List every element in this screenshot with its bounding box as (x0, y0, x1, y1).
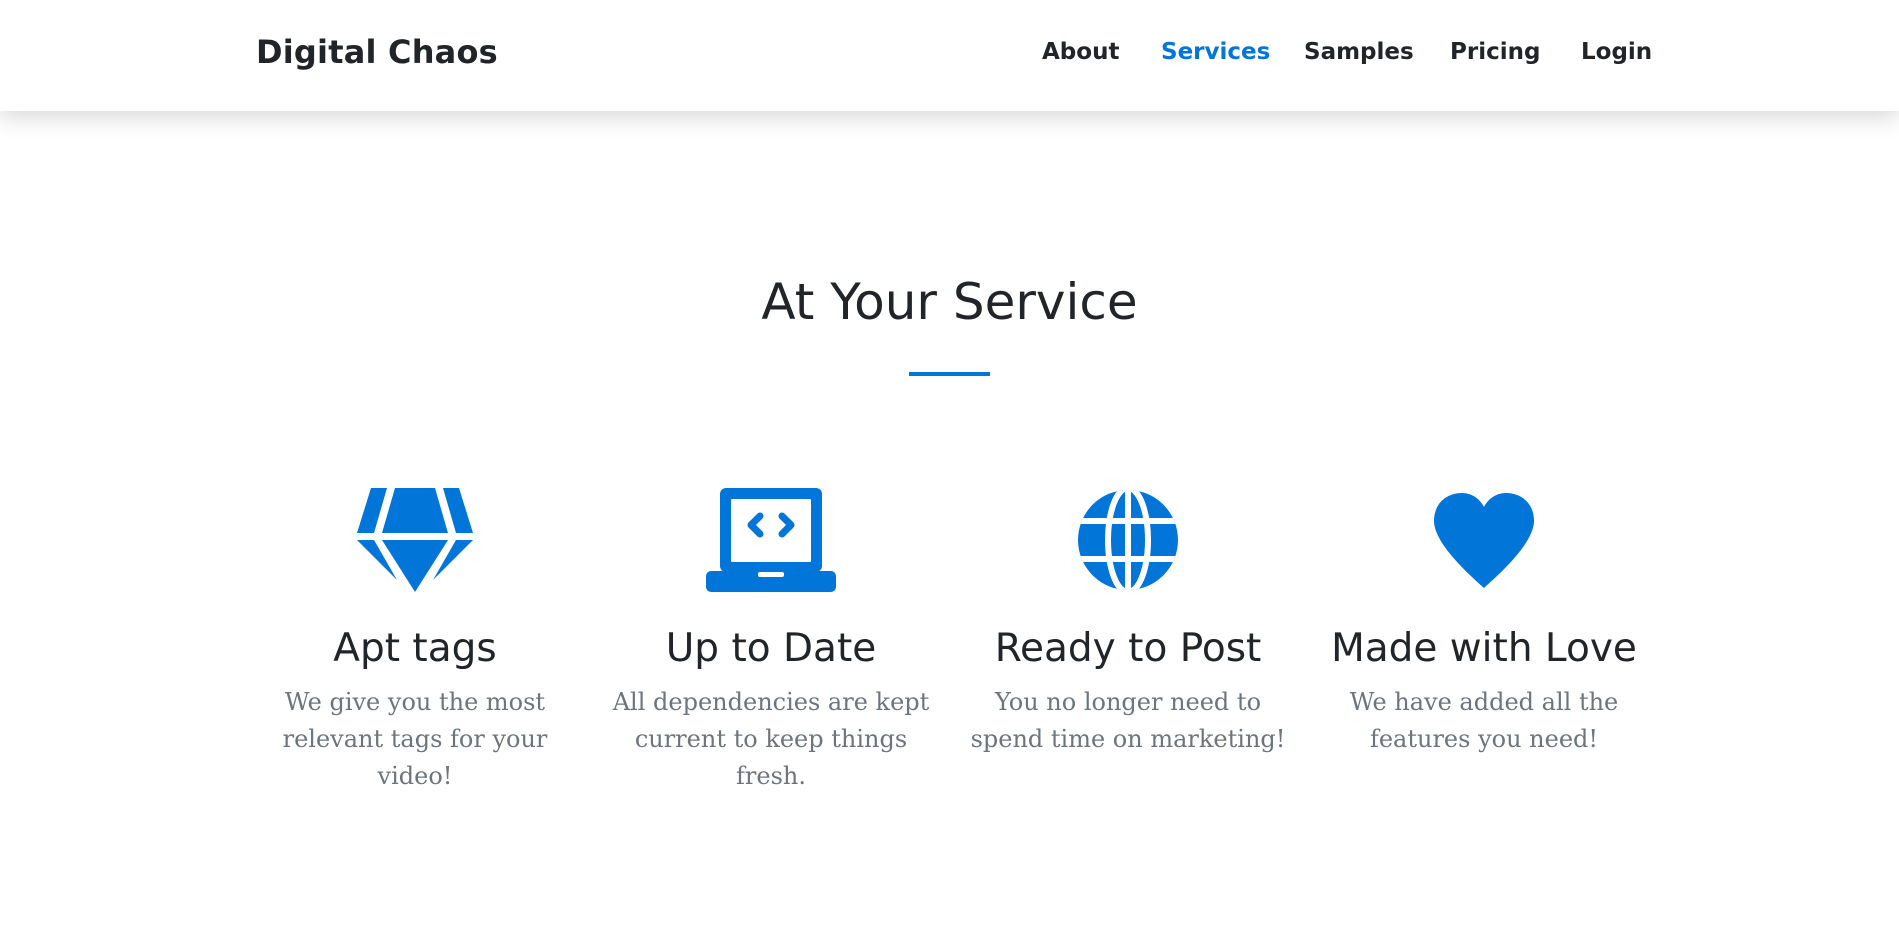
heart-icon (1434, 493, 1534, 588)
nav-link-about[interactable]: About (1042, 39, 1119, 65)
feature-item: Apt tags We give you the most relevant t… (250, 488, 580, 795)
section-title: At Your Service (761, 273, 1138, 331)
nav-link-services[interactable]: Services (1161, 39, 1270, 65)
feature-item: Ready to Post You no longer need to spen… (963, 488, 1293, 758)
feature-description: You no longer need to spend time on mark… (970, 688, 1286, 753)
feature-title: Up to Date (665, 626, 877, 671)
gem-icon (357, 488, 473, 592)
nav-link-login[interactable]: Login (1581, 39, 1652, 65)
laptop-code-icon (706, 488, 836, 592)
nav-link-pricing[interactable]: Pricing (1450, 39, 1540, 65)
nav-link-samples[interactable]: Samples (1304, 39, 1414, 65)
feature-item: Made with Love We have added all the fea… (1319, 488, 1649, 758)
feature-title: Made with Love (1331, 626, 1637, 671)
feature-item: Up to Date All dependencies are kept cur… (606, 488, 936, 795)
services-section: At Your Service Apt tags We give you the… (0, 111, 1899, 940)
feature-title: Apt tags (333, 626, 497, 671)
feature-description: All dependencies are kept current to kee… (612, 688, 930, 790)
navbar: Digital Chaos About Services Samples Pri… (0, 0, 1899, 111)
feature-description: We have added all the features you need! (1349, 688, 1619, 753)
title-divider (909, 372, 990, 376)
feature-title: Ready to Post (994, 626, 1262, 671)
globe-icon (1078, 490, 1178, 590)
feature-description: We give you the most relevant tags for y… (282, 688, 548, 790)
brand-logo-link[interactable]: Digital Chaos (256, 33, 498, 71)
